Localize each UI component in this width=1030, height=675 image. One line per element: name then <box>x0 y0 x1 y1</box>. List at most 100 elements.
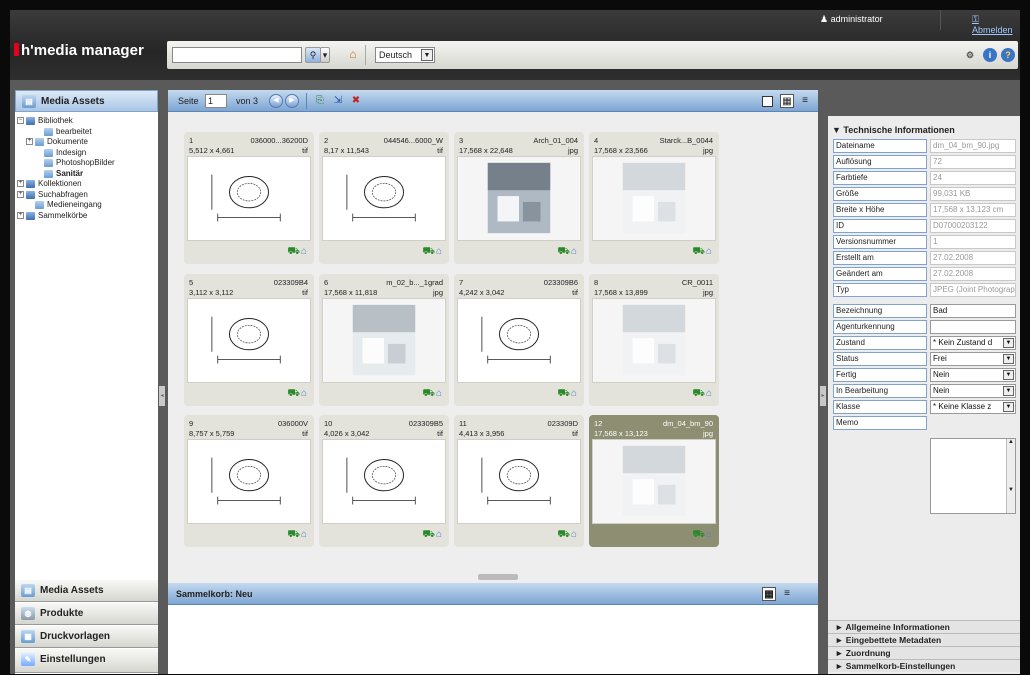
single-view-icon[interactable] <box>762 96 773 107</box>
collapsed-section[interactable]: ► Zuordnung <box>828 646 1020 659</box>
language-select[interactable]: Deutsch ▼ <box>375 47 435 63</box>
asset-card[interactable]: 1 036000...36200D 5,512 x 4,661 tif ⛟⌂ <box>184 132 314 264</box>
asset-thumbnail[interactable] <box>322 439 446 524</box>
tree-item[interactable]: bearbeitet <box>17 127 157 138</box>
export-icon[interactable]: ⇲ <box>331 94 345 108</box>
home-icon[interactable]: ⌂ <box>436 388 443 399</box>
tree-item[interactable]: Sanitär <box>17 169 157 180</box>
next-page-button[interactable]: ▶ <box>285 94 299 108</box>
home-icon[interactable]: ⌂ <box>571 246 578 257</box>
basket-icon[interactable]: ⛟ <box>557 529 571 540</box>
basket-icon[interactable]: ⛟ <box>422 529 436 540</box>
basket-icon[interactable]: ⛟ <box>557 246 571 257</box>
asset-thumbnail[interactable] <box>187 298 311 383</box>
asset-card[interactable]: 4 Starck...B_0044 17,568 x 23,566 jpg ⛟⌂ <box>589 132 719 264</box>
nav-einstellungen[interactable]: ✎ Einstellungen <box>15 649 158 673</box>
tree-item[interactable]: + Suchabfragen <box>17 190 157 201</box>
home-icon[interactable]: ⌂ <box>706 529 713 540</box>
basket-icon[interactable]: ⛟ <box>422 246 436 257</box>
asset-thumbnail[interactable] <box>187 439 311 524</box>
asset-card[interactable]: 8 CR_0011 17,568 x 13,899 jpg ⛟⌂ <box>589 274 719 406</box>
asset-thumbnail[interactable] <box>457 298 581 383</box>
left-collapse-handle[interactable]: ◂ <box>159 386 165 406</box>
grid-view-icon[interactable]: ▦ <box>780 94 794 108</box>
asset-card[interactable]: 2 044546...6000_W 8,17 x 11,543 tif ⛟⌂ <box>319 132 449 264</box>
home-icon[interactable]: ⌂ <box>436 529 443 540</box>
home-button[interactable]: ⌂ <box>345 47 361 63</box>
asset-thumbnail[interactable] <box>187 156 311 241</box>
splitter-handle[interactable] <box>478 574 518 580</box>
scrollbar[interactable]: ▲ ▼ <box>1006 439 1015 513</box>
tools-icon[interactable]: ⚙ <box>963 48 977 62</box>
basket-icon[interactable]: ⛟ <box>287 388 301 399</box>
asset-card[interactable]: 5 023309B4 3,112 x 3,112 tif ⛟⌂ <box>184 274 314 406</box>
asset-thumbnail[interactable] <box>592 298 716 383</box>
asset-card[interactable]: 12 dm_04_bm_90 17,568 x 13,123 jpg ⛟⌂ <box>589 415 719 547</box>
list-view-icon[interactable]: ≡ <box>798 94 812 108</box>
asset-thumbnail[interactable] <box>592 439 716 524</box>
basket-icon[interactable]: ⛟ <box>557 388 571 399</box>
search-options-button[interactable]: ▾ <box>320 47 330 63</box>
nav-druckvorlagen[interactable]: ▦ Druckvorlagen <box>15 626 158 648</box>
home-icon[interactable]: ⌂ <box>706 388 713 399</box>
chevron-down-icon[interactable]: ▼ <box>1003 354 1014 364</box>
expand-toggle-icon[interactable]: − <box>17 117 24 124</box>
asset-thumbnail[interactable] <box>457 439 581 524</box>
expand-toggle-icon[interactable]: + <box>17 190 24 198</box>
basket-icon[interactable]: ⛟ <box>287 529 301 540</box>
asset-card[interactable]: 10 023309B5 4,026 x 3,042 tif ⛟⌂ <box>319 415 449 547</box>
home-icon[interactable]: ⌂ <box>571 388 578 399</box>
tree-item[interactable]: + Sammelkörbe <box>17 211 157 222</box>
info-icon[interactable]: i <box>983 48 997 62</box>
search-input[interactable] <box>172 47 302 63</box>
asset-card[interactable]: 6 m_02_b..._1grad 17,568 x 11,818 jpg ⛟⌂ <box>319 274 449 406</box>
property-value[interactable] <box>930 320 1016 334</box>
tree-item[interactable]: PhotoshopBilder <box>17 158 157 169</box>
home-icon[interactable]: ⌂ <box>301 246 308 257</box>
nav-produkte[interactable]: ◍ Produkte <box>15 603 158 625</box>
basket-grid-view-icon[interactable]: ▦ <box>762 587 776 601</box>
help-icon[interactable]: ? <box>1001 48 1015 62</box>
home-icon[interactable]: ⌂ <box>301 529 308 540</box>
basket-icon[interactable]: ⛟ <box>287 246 301 257</box>
asset-thumbnail[interactable] <box>322 156 446 241</box>
memo-field[interactable]: ▲ ▼ <box>930 438 1016 514</box>
expand-toggle-icon[interactable]: + <box>17 180 24 187</box>
home-icon[interactable]: ⌂ <box>706 246 713 257</box>
collapsed-section[interactable]: ► Sammelkorb-Einstellungen <box>828 659 1020 672</box>
basket-icon[interactable]: ⛟ <box>692 529 706 540</box>
property-value[interactable]: Frei ▼ <box>930 352 1016 366</box>
technical-info-title[interactable]: ▼ Technische Informationen <box>832 125 955 135</box>
expand-toggle-icon[interactable]: + <box>26 138 33 145</box>
asset-card[interactable]: 3 Arch_01_004 17,568 x 22,648 jpg ⛟⌂ <box>454 132 584 264</box>
property-value[interactable]: Nein ▼ <box>930 368 1016 382</box>
asset-thumbnail[interactable] <box>322 298 446 383</box>
tree-item[interactable]: − Bibliothek <box>17 116 157 127</box>
home-icon[interactable]: ⌂ <box>436 246 443 257</box>
tree-item[interactable]: Indesign <box>17 148 157 159</box>
search-button[interactable]: ⚲ <box>305 47 321 63</box>
asset-card[interactable]: 7 023309B6 4,242 x 3,042 tif ⛟⌂ <box>454 274 584 406</box>
property-value[interactable]: * Kein Zustand d ▼ <box>930 336 1016 350</box>
collapsed-section[interactable]: ► Eingebettete Metadaten <box>828 633 1020 646</box>
property-value[interactable]: * Keine Klasse z ▼ <box>930 400 1016 414</box>
tree-item[interactable]: + Kollektionen <box>17 179 157 190</box>
chevron-down-icon[interactable]: ▼ <box>1003 338 1014 348</box>
tree-item[interactable]: + Dokumente <box>17 137 157 148</box>
property-value[interactable]: Bad <box>930 304 1016 318</box>
right-collapse-handle[interactable]: ▸ <box>820 386 826 406</box>
nav-media-assets[interactable]: ▤ Media Assets <box>15 580 158 602</box>
asset-card[interactable]: 11 023309D 4,413 x 3,956 tif ⛟⌂ <box>454 415 584 547</box>
tree-item[interactable]: Medieneingang <box>17 200 157 211</box>
basket-icon[interactable]: ⛟ <box>692 388 706 399</box>
chevron-down-icon[interactable]: ▼ <box>1003 386 1014 396</box>
basket-icon[interactable]: ⛟ <box>422 388 436 399</box>
property-value[interactable]: Nein ▼ <box>930 384 1016 398</box>
page-input[interactable]: 1 <box>205 94 227 108</box>
home-icon[interactable]: ⌂ <box>571 529 578 540</box>
chevron-down-icon[interactable]: ▼ <box>1003 402 1014 412</box>
chevron-down-icon[interactable]: ▼ <box>1003 370 1014 380</box>
asset-thumbnail[interactable] <box>457 156 581 241</box>
basket-icon[interactable]: ⛟ <box>692 246 706 257</box>
remove-from-basket-icon[interactable]: ✖ <box>349 94 363 108</box>
